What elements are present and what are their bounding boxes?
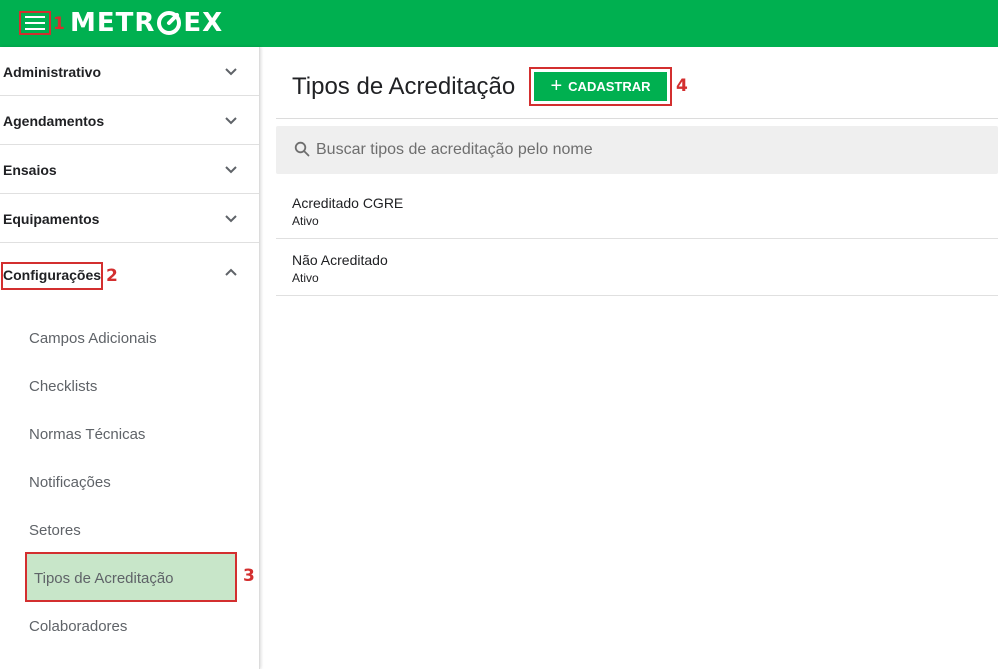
cadastrar-button-label: CADASTRAR bbox=[568, 79, 651, 94]
logo-text-right: EX bbox=[183, 8, 224, 38]
chevron-down-icon bbox=[225, 68, 237, 76]
sidebar-item-colaboradores[interactable]: Colaboradores bbox=[29, 618, 127, 635]
metroex-logo: METR EX bbox=[70, 7, 223, 39]
main-content: Tipos de Acreditação + CADASTRAR 4 Acred… bbox=[276, 47, 998, 669]
annotation-badge-1: 1 bbox=[53, 14, 65, 34]
search-input[interactable] bbox=[316, 138, 976, 162]
list-item[interactable]: Não Acreditado Ativo bbox=[276, 239, 998, 296]
search-bar bbox=[276, 126, 998, 174]
list-item-title: Acreditado CGRE bbox=[292, 195, 404, 211]
sidebar-item-notificacoes[interactable]: Notificações bbox=[29, 474, 111, 491]
sidebar-item-campos-adicionais[interactable]: Campos Adicionais bbox=[29, 330, 157, 347]
annotation-badge-3: 3 bbox=[243, 566, 255, 586]
top-bar: 1 METR EX bbox=[0, 0, 998, 47]
sidebar-item-normas-tecnicas[interactable]: Normas Técnicas bbox=[29, 426, 145, 443]
sidebar-section-label: Ensaios bbox=[3, 162, 57, 178]
sidebar-section-administrativo[interactable]: Administrativo bbox=[0, 47, 259, 96]
annotation-badge-4: 4 bbox=[676, 76, 688, 96]
sidebar: Administrativo Agendamentos Ensaios Equi… bbox=[0, 47, 260, 669]
annotation-badge-2: 2 bbox=[106, 266, 118, 286]
cadastrar-button[interactable]: + CADASTRAR bbox=[534, 72, 667, 101]
sidebar-section-ensaios[interactable]: Ensaios bbox=[0, 145, 259, 194]
search-icon bbox=[294, 141, 310, 157]
page-title: Tipos de Acreditação bbox=[292, 73, 516, 100]
list-item-title: Não Acreditado bbox=[292, 252, 388, 268]
chevron-down-icon bbox=[225, 166, 237, 174]
sidebar-section-label: Administrativo bbox=[3, 64, 102, 80]
sidebar-section-label: Equipamentos bbox=[3, 211, 100, 227]
sidebar-item-label: Tipos de Acreditação bbox=[34, 570, 174, 587]
sidebar-item-tipos-de-acreditacion-active[interactable]: Tipos de Acreditação bbox=[25, 552, 237, 602]
list-item-status: Ativo bbox=[292, 271, 319, 285]
annotation-box-cadastrar: + CADASTRAR bbox=[529, 67, 672, 106]
menu-icon bbox=[25, 16, 45, 30]
sidebar-item-setores[interactable]: Setores bbox=[29, 522, 81, 539]
logo-text-left: METR bbox=[70, 8, 156, 38]
sidebar-section-label-configuracoes: Configurações bbox=[3, 267, 102, 283]
hamburger-menu-button[interactable] bbox=[19, 11, 51, 35]
sidebar-section-agendamentos[interactable]: Agendamentos bbox=[0, 96, 259, 145]
sidebar-item-checklists[interactable]: Checklists bbox=[29, 378, 97, 395]
chevron-up-icon bbox=[225, 268, 237, 276]
chevron-down-icon bbox=[225, 215, 237, 223]
header-divider bbox=[276, 118, 998, 119]
chevron-down-icon bbox=[225, 117, 237, 125]
list-item[interactable]: Acreditado CGRE Ativo bbox=[276, 182, 998, 239]
sidebar-section-equipamentos[interactable]: Equipamentos bbox=[0, 194, 259, 243]
logo-gauge-icon bbox=[157, 11, 182, 35]
list-item-status: Ativo bbox=[292, 214, 319, 228]
plus-icon: + bbox=[550, 74, 563, 97]
sidebar-section-label: Agendamentos bbox=[3, 113, 105, 129]
